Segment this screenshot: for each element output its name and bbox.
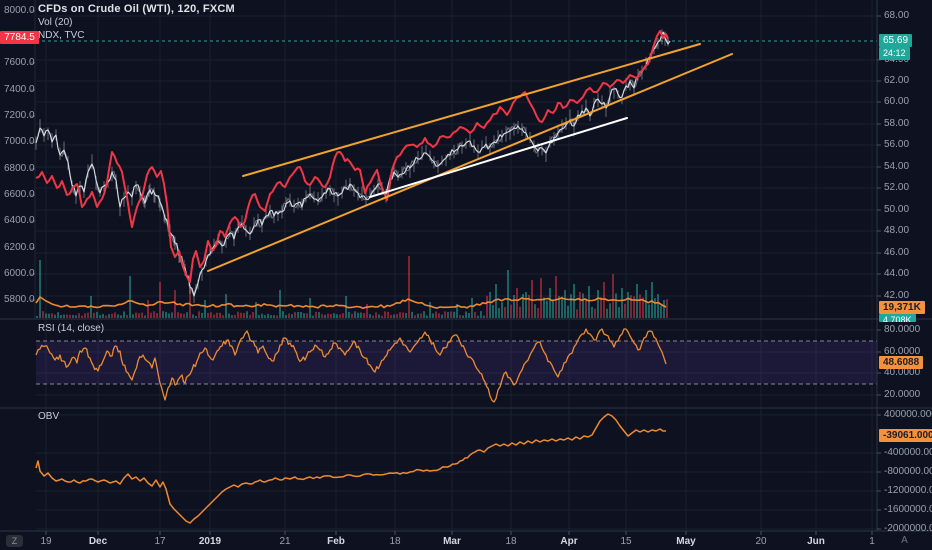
ndx-series: [35, 30, 669, 283]
right-axis-tick: 60.00: [884, 96, 910, 107]
rsi-value-badge: 48.6088: [879, 356, 924, 369]
rsi-band: [36, 341, 877, 384]
right-axis-tick: 50.00: [884, 204, 910, 215]
trendline-channel-upper[interactable]: [242, 43, 701, 177]
left-axis-tick: 7200.0: [4, 110, 35, 121]
last-price-badge: 65.69: [879, 34, 913, 47]
trendline-minor-support[interactable]: [369, 117, 628, 198]
volume-ma-badge: 19,371K: [879, 301, 925, 314]
obv-axis-tick: -400000.0000: [884, 447, 932, 458]
right-axis-tick: 68.00: [884, 10, 910, 21]
left-axis-tick: 7600.0: [4, 57, 35, 68]
symbol-title[interactable]: CFDs on Crude Oil (WTI), 120, FXCM: [38, 3, 235, 15]
time-axis-label: 18: [505, 536, 517, 547]
legend-compare[interactable]: NDX, TVC: [38, 30, 235, 41]
volume-current-badge: 4.708K: [879, 314, 916, 322]
obv-axis-tick: -800000.0000: [884, 466, 932, 477]
left-axis-tick: 8000.0: [4, 5, 35, 16]
time-axis-label: 17: [154, 536, 166, 547]
legend-volume[interactable]: Vol (20): [38, 17, 235, 28]
trading-chart-window: CFDs on Crude Oil (WTI), 120, FXCM Vol (…: [0, 0, 932, 550]
time-axis-label: Mar: [443, 536, 461, 547]
wti-series: [35, 31, 671, 297]
right-axis-tick: 58.00: [884, 118, 910, 129]
right-axis-tick: 44.00: [884, 268, 910, 279]
chart-canvas[interactable]: [0, 0, 932, 550]
time-axis-label: 15: [620, 536, 632, 547]
ndx-last-value-badge: 7784.5: [0, 31, 39, 44]
right-axis-tick: 52.00: [884, 182, 910, 193]
time-axis-label: 18: [389, 536, 401, 547]
right-axis-tick: 54.00: [884, 161, 910, 172]
time-axis-label: May: [676, 536, 696, 547]
obv-value-badge: -39061.0000: [879, 429, 932, 442]
left-axis-tick: 6200.0: [4, 242, 35, 253]
right-axis-tick: 56.00: [884, 139, 910, 150]
right-axis-tick: 48.00: [884, 225, 910, 236]
right-axis-tick: 62.00: [884, 75, 910, 86]
obv-series: [35, 413, 666, 524]
obv-axis-tick: -1600000.0000: [884, 504, 932, 515]
time-axis-label: Dec: [88, 536, 108, 547]
rsi-pane-label[interactable]: RSI (14, close): [38, 323, 104, 334]
time-axis-label: 2019: [198, 536, 222, 547]
left-axis-tick: 7000.0: [4, 136, 35, 147]
time-axis-label: Feb: [327, 536, 345, 547]
right-axis-tick: 46.00: [884, 247, 910, 258]
left-axis-tick: 6000.0: [4, 268, 35, 279]
obv-axis-tick: -1200000.0000: [884, 485, 932, 496]
obv-axis-tick: 400000.0000: [884, 409, 932, 420]
left-axis-tick: 6400.0: [4, 215, 35, 226]
left-axis-tick: 5800.0: [4, 294, 35, 305]
time-axis-label: Apr: [560, 536, 578, 547]
time-axis-label: Jun: [807, 536, 825, 547]
rsi-axis-tick: 20.0000: [884, 389, 921, 400]
legend: CFDs on Crude Oil (WTI), 120, FXCM Vol (…: [38, 3, 235, 41]
bar-countdown-badge: 24:12: [879, 47, 910, 60]
right-axis-tick: 42.00: [884, 290, 910, 301]
left-axis-tick: 6600.0: [4, 189, 35, 200]
time-axis-label: 19: [40, 536, 52, 547]
obv-pane-label[interactable]: OBV: [38, 411, 59, 422]
time-axis-label: 20: [755, 536, 767, 547]
timezone-button[interactable]: Z: [6, 535, 23, 547]
axis-settings-corner[interactable]: A: [877, 531, 932, 550]
volume-bars: [36, 256, 668, 318]
rsi-axis-tick: 80.0000: [884, 324, 921, 335]
time-axis-label: 21: [279, 536, 291, 547]
left-axis-tick: 6800.0: [4, 163, 35, 174]
left-axis-tick: 7400.0: [4, 84, 35, 95]
